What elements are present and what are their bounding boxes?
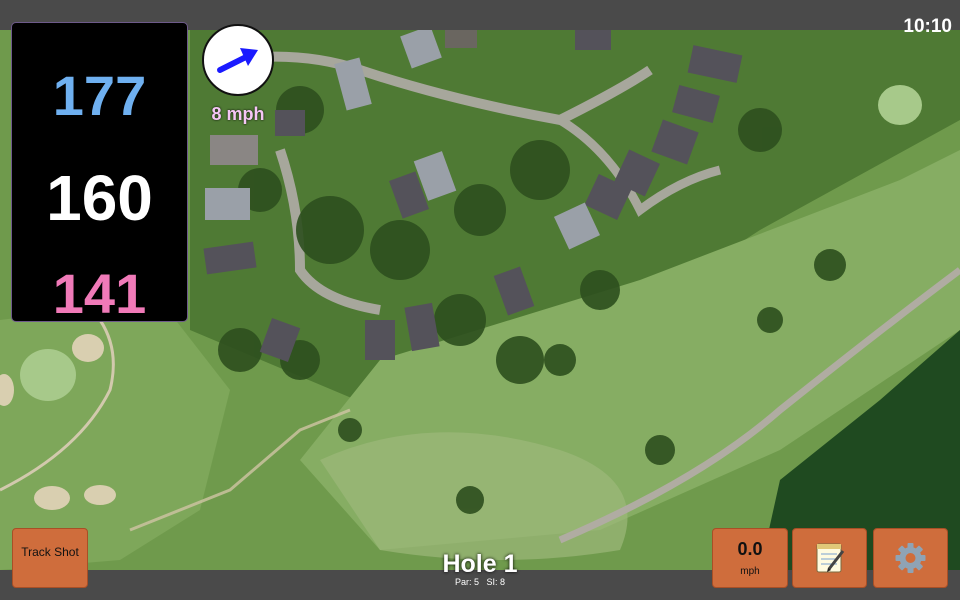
speed-unit: mph	[740, 566, 760, 577]
hole-title: Hole 1	[442, 550, 518, 578]
notes-button[interactable]	[792, 528, 867, 588]
hole-info: Par: 5 SI: 8	[380, 577, 580, 587]
speed-value: 0.0	[737, 539, 763, 559]
middle-distance: 160	[46, 162, 153, 234]
wind-speed: 8 mph	[211, 104, 265, 124]
par-label: Par: 5	[454, 577, 479, 587]
wind-direction-arrow-icon	[217, 48, 258, 73]
distance-panel: 177 160 141	[11, 22, 188, 325]
gear-icon	[895, 543, 926, 573]
notepad-icon	[816, 543, 845, 573]
track-shot-button[interactable]: Track Shot	[12, 528, 88, 588]
settings-button[interactable]	[873, 528, 948, 588]
stroke-index-label: SI: 8	[486, 577, 506, 587]
wind-direction-dial	[202, 24, 274, 96]
front-distance: 141	[52, 262, 147, 325]
back-distance: 177	[52, 64, 147, 127]
speed-button[interactable]: 0.0 mph	[712, 528, 788, 588]
clock: 10:10	[903, 16, 952, 37]
